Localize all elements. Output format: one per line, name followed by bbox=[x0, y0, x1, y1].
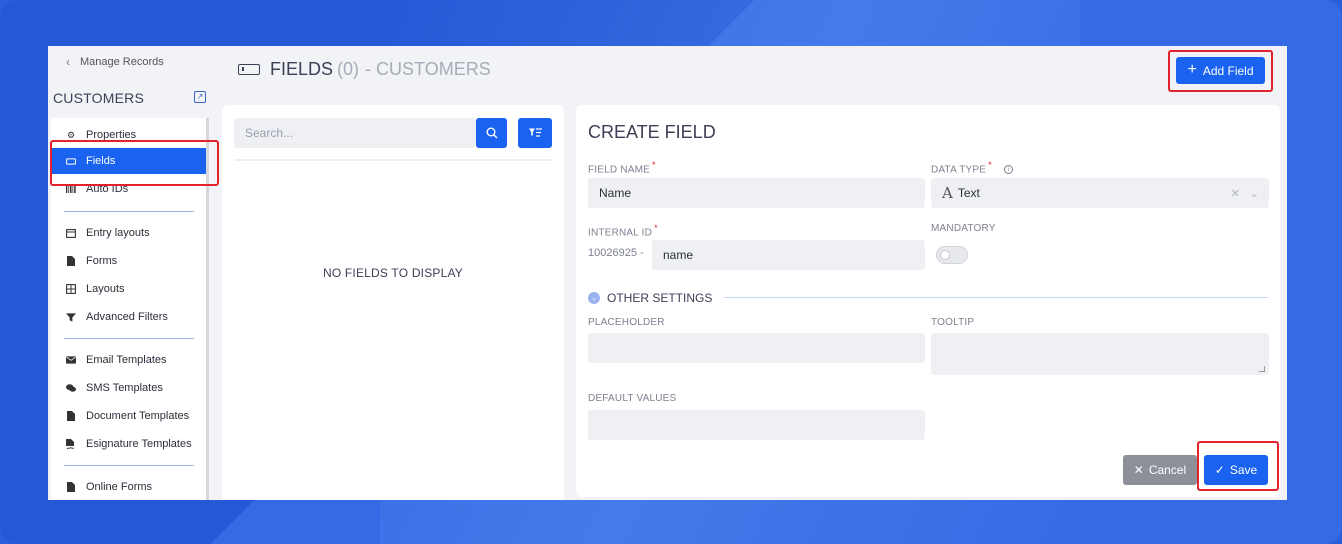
text-type-icon: A bbox=[942, 184, 953, 202]
list-divider bbox=[234, 159, 552, 161]
layout-icon bbox=[66, 228, 76, 238]
field-name-label: FIELD NAME * bbox=[588, 160, 656, 176]
data-type-select[interactable]: A Text ✕ ⌄ bbox=[931, 178, 1269, 208]
sidebar-item-entry-layouts[interactable]: Entry layouts bbox=[51, 220, 206, 246]
sidebar-item-label: Document Templates bbox=[86, 410, 190, 422]
empty-message: NO FIELDS TO DISPLAY bbox=[322, 266, 464, 280]
sidebar-item-label: Entry layouts bbox=[86, 227, 150, 239]
menu-divider bbox=[64, 338, 194, 339]
other-settings-label: OTHER SETTINGS bbox=[607, 291, 713, 305]
cancel-label: Cancel bbox=[1148, 463, 1187, 477]
signature-icon bbox=[66, 438, 76, 449]
page-title: FIELDS (0) - CUSTOMERS bbox=[238, 59, 491, 80]
filter-icon bbox=[66, 312, 76, 322]
filter-button[interactable] bbox=[518, 118, 552, 148]
sidebar-item-label: Forms bbox=[86, 255, 118, 267]
highlight-box-save bbox=[1197, 441, 1279, 491]
default-values-input[interactable] bbox=[588, 410, 925, 440]
other-settings-toggle[interactable]: ⌄ OTHER SETTINGS bbox=[588, 291, 712, 305]
search-input[interactable] bbox=[234, 118, 476, 148]
sidebar-item-document-templates[interactable]: Document Templates bbox=[51, 403, 206, 429]
page-subtitle: - CUSTOMERS bbox=[365, 59, 491, 79]
sidebar-item-forms[interactable]: Forms bbox=[51, 248, 206, 274]
clear-icon[interactable]: ✕ bbox=[1231, 187, 1240, 200]
fields-list-panel: NO FIELDS TO DISPLAY bbox=[222, 105, 564, 500]
app-window: ‹ Manage Records CUSTOMERS ↗ ⚙ Propertie… bbox=[48, 46, 1287, 500]
section-divider bbox=[724, 297, 1268, 298]
tooltip-textarea[interactable] bbox=[931, 333, 1269, 375]
data-type-value: Text bbox=[957, 186, 980, 200]
envelope-icon bbox=[66, 355, 76, 365]
document-icon bbox=[66, 256, 76, 266]
sidebar: ‹ Manage Records CUSTOMERS ↗ ⚙ Propertie… bbox=[48, 46, 219, 500]
external-link-icon[interactable]: ↗ bbox=[194, 91, 206, 103]
close-icon: ✕ bbox=[1133, 463, 1144, 477]
search-button[interactable] bbox=[476, 118, 507, 148]
chevron-down-icon[interactable]: ⌄ bbox=[1250, 187, 1259, 200]
chevron-left-icon: ‹ bbox=[66, 55, 70, 69]
placeholder-input[interactable] bbox=[588, 333, 925, 363]
chat-icon bbox=[66, 383, 76, 393]
document-icon bbox=[66, 482, 76, 492]
field-count: (0) bbox=[337, 59, 360, 79]
internal-id-prefix: 10026925 - bbox=[588, 247, 644, 259]
sidebar-item-label: Online Forms bbox=[86, 481, 153, 493]
create-field-panel: CREATE FIELD FIELD NAME * Name DATA TYPE *… bbox=[576, 105, 1280, 497]
sidebar-item-email-templates[interactable]: Email Templates bbox=[51, 347, 206, 373]
search-icon bbox=[486, 127, 497, 139]
menu-divider bbox=[64, 465, 194, 466]
internal-id-input[interactable]: name bbox=[652, 240, 925, 270]
sidebar-item-label: Layouts bbox=[86, 283, 125, 295]
entity-title: CUSTOMERS bbox=[53, 90, 144, 106]
data-type-label: DATA TYPE * i bbox=[931, 160, 1013, 175]
filter-list-icon bbox=[528, 128, 542, 137]
highlight-box-add-field bbox=[1168, 50, 1273, 92]
chevron-down-circle-icon: ⌄ bbox=[588, 292, 600, 304]
internal-id-value: name bbox=[663, 248, 694, 262]
cancel-button[interactable]: ✕ Cancel bbox=[1123, 455, 1197, 485]
sidebar-item-layouts[interactable]: Layouts bbox=[51, 276, 206, 302]
sidebar-item-sms-templates[interactable]: SMS Templates bbox=[51, 375, 206, 401]
placeholder-label: PLACEHOLDER bbox=[588, 317, 665, 328]
form-title: CREATE FIELD bbox=[588, 122, 716, 142]
resize-handle[interactable] bbox=[1259, 366, 1265, 372]
sidebar-item-label: SMS Templates bbox=[86, 382, 163, 394]
back-link-label: Manage Records bbox=[80, 56, 164, 68]
field-name-value: Name bbox=[599, 186, 632, 200]
sidebar-item-advanced-filters[interactable]: Advanced Filters bbox=[51, 304, 206, 330]
field-name-input[interactable]: Name bbox=[588, 178, 925, 208]
sidebar-item-online-forms[interactable]: Online Forms bbox=[51, 474, 206, 500]
menu-divider bbox=[64, 211, 194, 212]
sidebar-item-label: Esignature Templates bbox=[86, 438, 192, 450]
field-icon bbox=[238, 64, 260, 75]
sidebar-item-esignature-templates[interactable]: Esignature Templates bbox=[51, 431, 206, 457]
mandatory-label: MANDATORY bbox=[931, 223, 996, 234]
mandatory-toggle[interactable] bbox=[936, 246, 968, 264]
sidebar-item-label: Email Templates bbox=[86, 354, 167, 366]
gear-icon: ⚙ bbox=[66, 129, 76, 140]
tooltip-label: TOOLTIP bbox=[931, 317, 975, 328]
page-title-text: FIELDS bbox=[270, 59, 334, 79]
default-values-label: DEFAULT VALUES bbox=[588, 393, 677, 404]
document-icon bbox=[66, 411, 76, 421]
highlight-box-fields bbox=[50, 140, 219, 186]
info-icon[interactable]: i bbox=[1003, 165, 1013, 175]
back-link[interactable]: ‹ Manage Records bbox=[66, 55, 164, 69]
toggle-knob bbox=[940, 250, 950, 260]
grid-icon bbox=[66, 284, 76, 294]
sidebar-item-label: Advanced Filters bbox=[86, 311, 168, 323]
internal-id-label: INTERNAL ID * bbox=[588, 223, 658, 239]
